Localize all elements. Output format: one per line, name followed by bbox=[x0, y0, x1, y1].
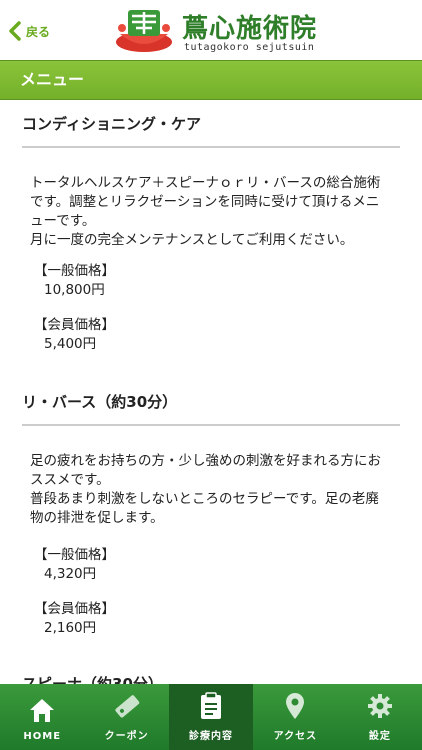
section-title: メニュー bbox=[20, 70, 85, 89]
tab-label: HOME bbox=[23, 731, 62, 742]
member-price-value: 2,160円 bbox=[44, 620, 97, 636]
section-title-bar: メニュー bbox=[0, 60, 422, 100]
back-button[interactable]: 戻る bbox=[8, 18, 50, 44]
tab-services[interactable]: 診療内容 bbox=[168, 684, 254, 750]
menu-item-title: リ・バース（約30分） bbox=[22, 393, 178, 411]
tab-label: アクセス bbox=[273, 731, 318, 742]
chevron-left-icon bbox=[9, 21, 21, 41]
general-price-block: 【一般価格】 4,320円 bbox=[0, 528, 422, 584]
member-price-block: 【会員価格】 2,160円 bbox=[0, 584, 422, 638]
tab-label: 診療内容 bbox=[189, 731, 234, 742]
back-label: 戻る bbox=[26, 24, 51, 39]
member-price-label: 【会員価格】 bbox=[34, 317, 115, 333]
menu-list[interactable]: コンディショニング・ケア トータルヘルスケア＋スピーナｏｒリ・バースの総合施術で… bbox=[0, 100, 422, 684]
menu-item-description: 足の疲れをお持ちの方・少し強めの刺激を好まれる方におススメです。 普段あまり刺激… bbox=[30, 453, 381, 526]
tab-settings[interactable]: 設定 bbox=[338, 684, 422, 750]
logo-name: 蔦心施術院 bbox=[182, 14, 318, 44]
menu-item: スピーナ（約30分） bbox=[0, 660, 422, 684]
logo-seal-icon bbox=[116, 10, 172, 52]
home-icon bbox=[30, 699, 55, 722]
tab-label: クーポン bbox=[104, 731, 149, 742]
app-header: 戻る 蔦心施術院 tutagokoro sejutsuin bbox=[0, 0, 422, 60]
menu-item-description: トータルヘルスケア＋スピーナｏｒリ・バースの総合施術です。調整とリラクゼーション… bbox=[30, 175, 381, 248]
clinic-logo: 蔦心施術院 tutagokoro sejutsuin bbox=[112, 2, 322, 58]
menu-item-title: スピーナ（約30分） bbox=[22, 675, 163, 684]
tab-bar: HOME クーポン 診療内容 アクセス 設定 bbox=[0, 684, 422, 750]
coupon-icon bbox=[115, 695, 139, 718]
member-price-label: 【会員価格】 bbox=[34, 601, 115, 617]
general-price-label: 【一般価格】 bbox=[34, 547, 115, 563]
general-price-block: 【一般価格】 10,800円 bbox=[0, 250, 422, 300]
menu-item: コンディショニング・ケア トータルヘルスケア＋スピーナｏｒリ・バースの総合施術で… bbox=[0, 100, 422, 354]
tab-coupon[interactable]: クーポン bbox=[84, 684, 168, 750]
general-price-value: 10,800円 bbox=[44, 282, 105, 298]
general-price-value: 4,320円 bbox=[44, 566, 97, 582]
member-price-block: 【会員価格】 5,400円 bbox=[0, 300, 422, 354]
map-pin-icon bbox=[286, 693, 305, 719]
tab-access[interactable]: アクセス bbox=[253, 684, 337, 750]
tab-home[interactable]: HOME bbox=[0, 684, 84, 750]
menu-item: リ・バース（約30分） 足の疲れをお持ちの方・少し強めの刺激を好まれる方におスス… bbox=[0, 378, 422, 638]
menu-item-title: コンディショニング・ケア bbox=[22, 115, 201, 133]
general-price-label: 【一般価格】 bbox=[34, 263, 115, 279]
gear-icon bbox=[367, 694, 392, 718]
member-price-value: 5,400円 bbox=[44, 336, 97, 352]
logo-romaji: tutagokoro sejutsuin bbox=[184, 42, 315, 53]
clipboard-icon bbox=[201, 692, 222, 719]
tab-label: 設定 bbox=[368, 731, 391, 742]
